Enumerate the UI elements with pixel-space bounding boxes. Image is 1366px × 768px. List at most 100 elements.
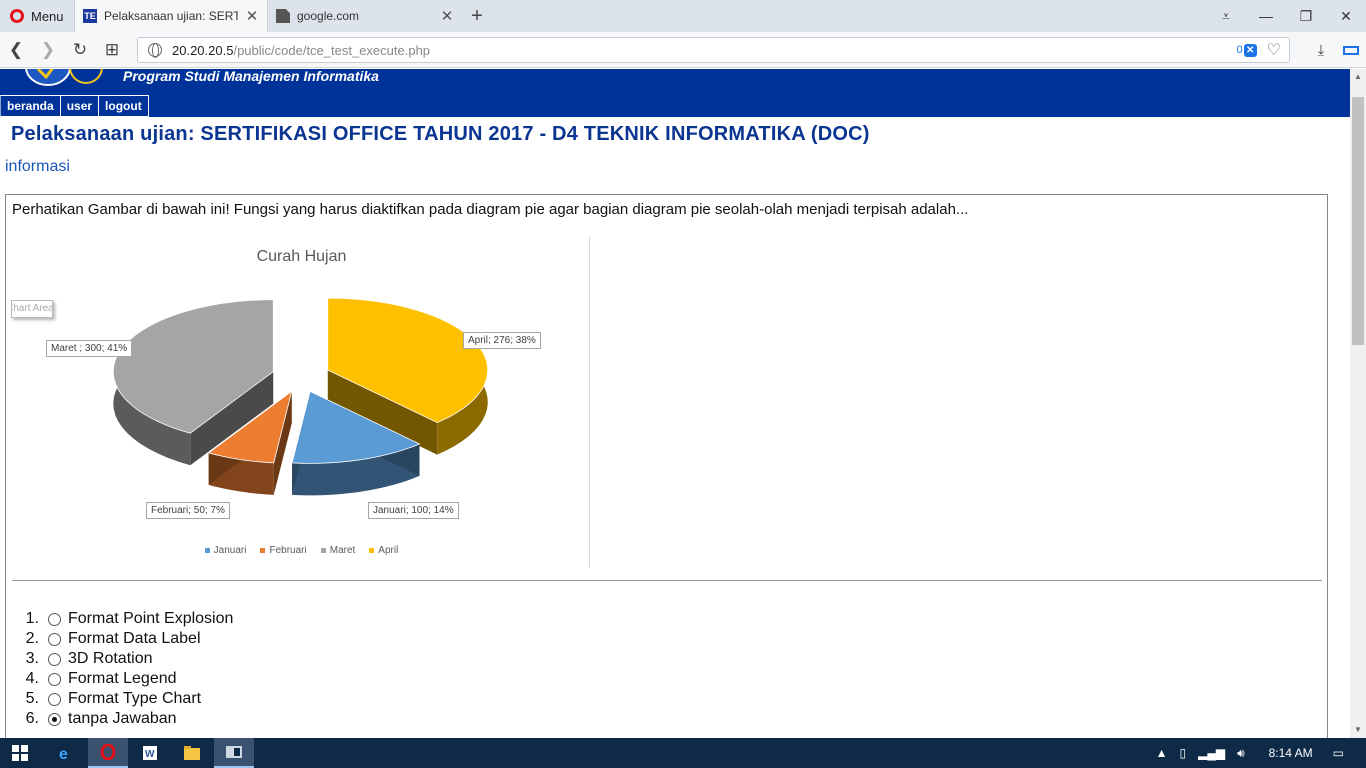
option-label[interactable]: 3D Rotation <box>68 650 153 668</box>
nav-logout[interactable]: logout <box>99 95 149 117</box>
scroll-down-icon[interactable]: ▼ <box>1350 722 1366 738</box>
app-window-icon <box>226 746 242 758</box>
url-host: 20.20.20.5 <box>172 42 234 58</box>
clock[interactable]: 8:14 AM <box>1269 746 1313 760</box>
opera-menu-button[interactable]: Menu <box>0 0 74 32</box>
option-label[interactable]: Format Data Label <box>68 630 201 648</box>
svg-text:W: W <box>145 749 155 760</box>
data-label-februari: Februari; 50; 7% <box>146 502 230 519</box>
radio-button[interactable] <box>48 672 61 686</box>
info-link[interactable]: informasi <box>5 158 70 176</box>
restore-button[interactable]: ❐ <box>1286 8 1326 25</box>
option-label[interactable]: Format Legend <box>68 670 177 688</box>
tab-menu-icon[interactable]: ⩡ <box>1206 8 1246 25</box>
page-viewport: Program Studi Manajemen Informatika bera… <box>0 69 1350 738</box>
tab-title: google.com <box>297 9 360 23</box>
nav-user[interactable]: user <box>60 95 100 117</box>
site-subtitle: Program Studi Manajemen Informatika <box>123 69 379 84</box>
data-label-januari: Januari; 100; 14% <box>368 502 459 519</box>
option-3[interactable]: 3. 3D Rotation <box>6 649 153 669</box>
data-label-maret: Maret ; 300; 41% <box>46 340 133 357</box>
windows-logo-icon <box>12 745 28 761</box>
speed-dial-icon[interactable]: ⊞ <box>96 40 128 60</box>
volume-icon[interactable]: 🔊︎ <box>1237 746 1245 761</box>
back-button[interactable]: ❮ <box>0 40 32 60</box>
close-window-button[interactable]: ✕ <box>1326 8 1366 25</box>
download-icon[interactable]: ⤓ <box>1306 42 1336 59</box>
menu-label: Menu <box>31 8 64 24</box>
radio-button[interactable] <box>48 652 61 666</box>
taskbar-opera[interactable] <box>88 738 128 768</box>
te-favicon-icon: TE <box>83 9 97 23</box>
legend-item-januari: Januari <box>204 545 246 556</box>
notifications-icon[interactable]: ▭ <box>1333 746 1344 760</box>
option-2[interactable]: 2. Format Data Label <box>6 629 201 649</box>
opera-icon <box>100 744 116 760</box>
reload-button[interactable]: ↻ <box>64 40 96 60</box>
separator <box>12 580 1322 581</box>
radio-button[interactable] <box>48 692 61 706</box>
url-input[interactable]: 20.20.20.5/public/code/tce_test_execute.… <box>137 37 1290 63</box>
legend-item-april: April <box>369 545 398 556</box>
radio-button-checked[interactable] <box>48 712 61 726</box>
legend-item-maret: Maret <box>320 545 355 556</box>
pie-chart-svg <box>112 297 489 496</box>
taskbar-word[interactable]: W <box>130 738 170 768</box>
site-nav: beranda user logout <box>0 95 149 117</box>
forward-button[interactable]: ❯ <box>32 40 64 60</box>
data-label-april: April; 276; 38% <box>463 332 541 349</box>
close-tab-icon[interactable]: ✕ <box>245 7 259 25</box>
word-icon: W <box>143 746 157 760</box>
internet-explorer-icon: e <box>59 746 68 761</box>
option-5[interactable]: 5. Format Type Chart <box>6 689 201 709</box>
bookmark-heart-icon[interactable]: ♡ <box>1267 40 1281 60</box>
tab-google[interactable]: google.com ✕ <box>268 0 462 32</box>
tray-overflow-icon[interactable]: ▲ <box>1156 746 1168 760</box>
radio-button[interactable] <box>48 612 61 626</box>
adblock-icon: ✕ <box>1243 43 1257 57</box>
vertical-scrollbar[interactable]: ▲ ▼ <box>1350 69 1366 738</box>
opera-logo-icon <box>10 9 24 23</box>
tab-exam[interactable]: TE Pelaksanaan ujian: SERTIFI ✕ <box>74 0 268 32</box>
taskbar-ie[interactable]: e <box>46 738 86 768</box>
close-tab-icon[interactable]: ✕ <box>440 7 454 25</box>
document-icon <box>276 9 290 23</box>
browser-tab-bar: Menu TE Pelaksanaan ujian: SERTIFI ✕ goo… <box>0 0 1366 32</box>
radio-button[interactable] <box>48 632 61 646</box>
tab-title: Pelaksanaan ujian: SERTIFI <box>104 9 238 23</box>
url-path: /public/code/tce_test_execute.php <box>233 42 431 58</box>
battery-saver-icon[interactable] <box>1336 42 1366 59</box>
globe-icon <box>148 43 162 58</box>
new-tab-button[interactable]: + <box>462 0 492 32</box>
svg-text:e: e <box>59 746 68 761</box>
site-header: Program Studi Manajemen Informatika bera… <box>0 69 1350 117</box>
folder-icon <box>184 746 200 760</box>
scroll-thumb[interactable] <box>1352 97 1364 345</box>
option-4[interactable]: 4. Format Legend <box>6 669 177 689</box>
window-controls: ⩡ — ❐ ✕ <box>1206 0 1366 32</box>
page-title: Pelaksanaan ujian: SERTIFIKASI OFFICE TA… <box>11 123 870 145</box>
option-label[interactable]: Format Type Chart <box>68 690 201 708</box>
address-bar-row: ❮ ❯ ↻ ⊞ 20.20.20.5/public/code/tce_test_… <box>0 32 1366 68</box>
chart-area-tooltip: Chart Area <box>11 300 53 318</box>
option-1[interactable]: 1. Format Point Explosion <box>6 609 234 629</box>
adblock-badge[interactable]: 0 ✕ <box>1237 43 1257 57</box>
option-label[interactable]: Format Point Explosion <box>68 610 233 628</box>
windows-taskbar: e W ▲ ▯ ▂▄▆ 🔊︎ 8:14 AM ▭ <box>0 738 1366 768</box>
option-6[interactable]: 6. tanpa Jawaban <box>6 709 177 729</box>
minimize-button[interactable]: — <box>1246 8 1286 24</box>
question-text: Perhatikan Gambar di bawah ini! Fungsi y… <box>12 201 969 218</box>
question-box: Perhatikan Gambar di bawah ini! Fungsi y… <box>5 194 1328 738</box>
network-icon[interactable]: ▂▄▆ <box>1198 746 1225 760</box>
taskbar-app-window[interactable] <box>214 738 254 768</box>
pie-chart-image: Curah Hujan Chart Area April; 276; 38% M… <box>11 236 590 568</box>
battery-icon[interactable]: ▯ <box>1179 746 1186 760</box>
taskbar-file-explorer[interactable] <box>172 738 212 768</box>
university-logo-icon <box>25 69 103 86</box>
legend-item-februari: Februari <box>260 545 307 556</box>
scroll-up-icon[interactable]: ▲ <box>1350 69 1366 85</box>
option-label[interactable]: tanpa Jawaban <box>68 710 177 728</box>
chart-legend: Januari Februari Maret April <box>13 545 590 556</box>
nav-beranda[interactable]: beranda <box>0 95 61 117</box>
start-button[interactable] <box>0 738 40 768</box>
